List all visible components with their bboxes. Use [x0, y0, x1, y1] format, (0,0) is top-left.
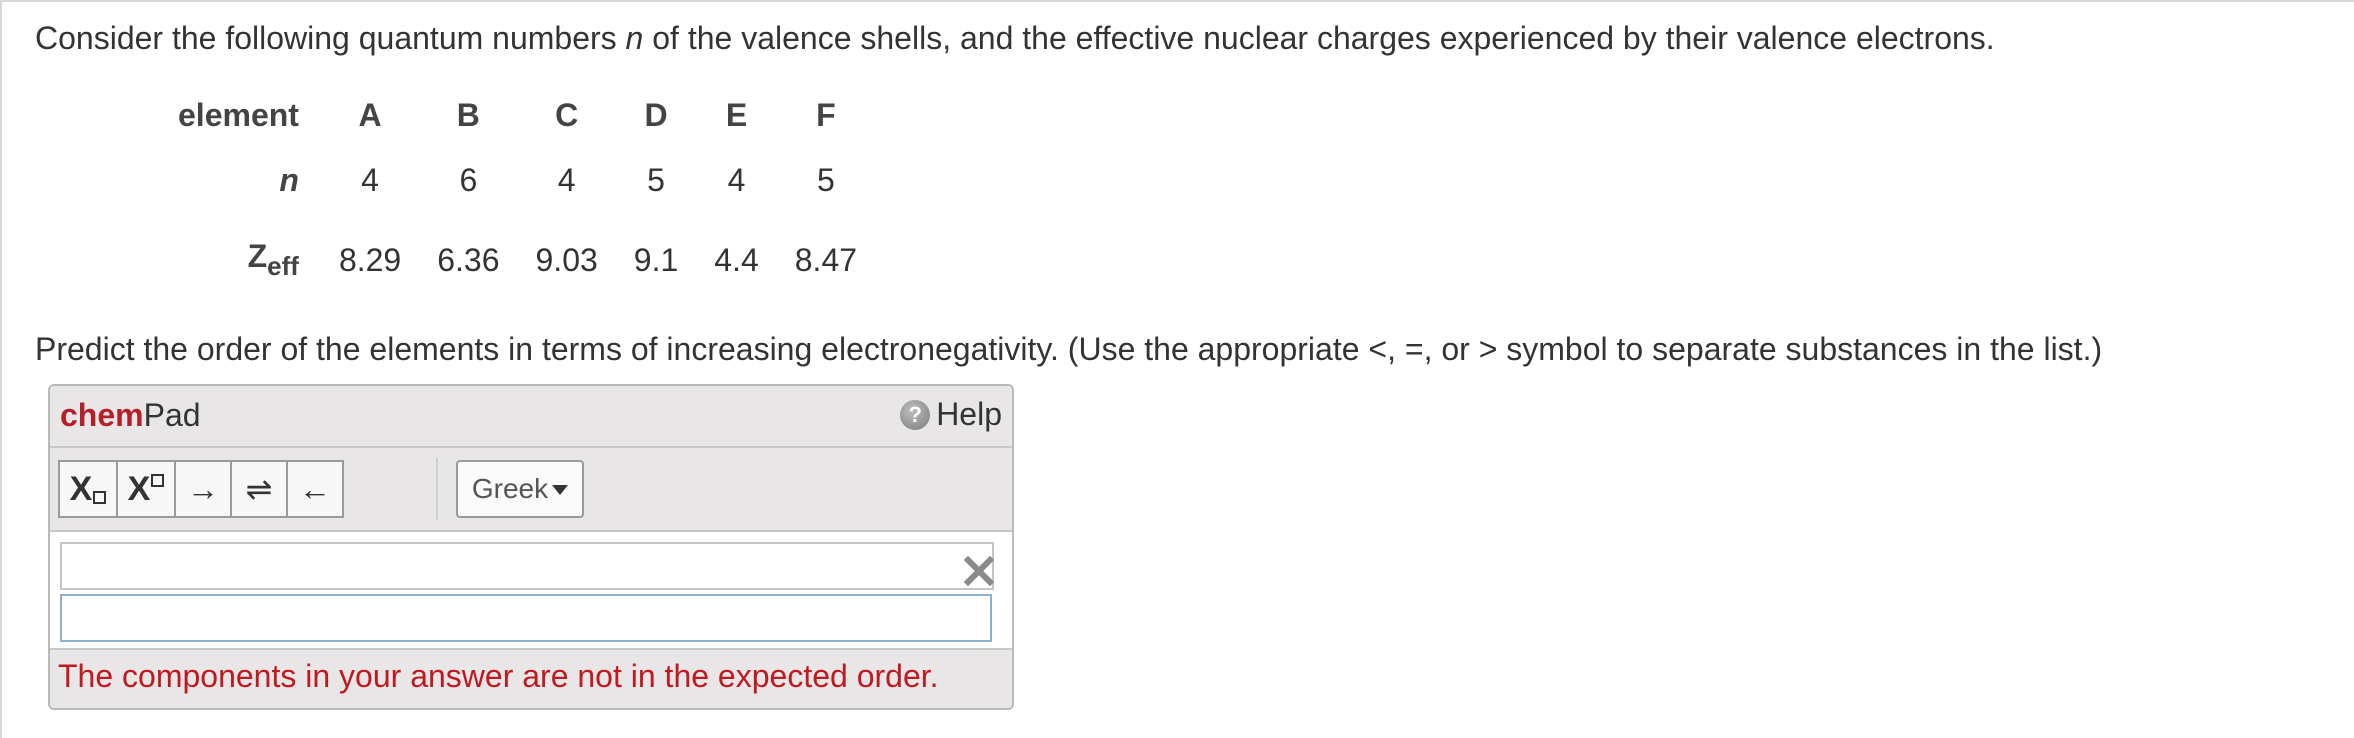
format-button-group: X X → ⇌ ← [58, 460, 344, 518]
element-data-table: element A B C D E F n 4 6 4 5 4 5 Zeff 8… [160, 88, 875, 302]
table-row-zeff: Zeff 8.29 6.36 9.03 9.1 4.4 8.47 [160, 218, 875, 302]
chempad-answer-area [50, 532, 1012, 648]
element-E: E [725, 96, 748, 133]
zeff-value-A: 8.29 [338, 241, 402, 278]
chempad-title: chemPad [60, 397, 201, 434]
element-D: D [644, 96, 668, 133]
superscript-box-icon [151, 474, 165, 487]
table-header-row: element A B C D E F [160, 88, 875, 142]
help-button[interactable]: ? Help [900, 396, 1002, 433]
left-arrow-button[interactable]: ← [286, 460, 344, 518]
zeff-value-B: 6.36 [437, 241, 500, 278]
zeff-value-E: 4.4 [714, 241, 759, 278]
n-value-F: 5 [816, 161, 835, 198]
instruction-text: Predict the order of the elements in ter… [35, 331, 2103, 367]
question-suffix: of the valence shells, and the effective… [643, 20, 1995, 56]
n-value-B: 6 [459, 161, 478, 198]
answer-preview [60, 542, 994, 590]
equilibrium-arrow-button[interactable]: ⇌ [230, 460, 288, 518]
toolbar-separator [436, 458, 438, 520]
answer-input[interactable] [60, 594, 992, 642]
zeff-value-D: 9.1 [633, 241, 679, 278]
n-value-A: 4 [361, 161, 379, 198]
right-arrow-icon: → [187, 470, 219, 507]
clear-icon[interactable] [964, 556, 994, 586]
equilibrium-arrow-icon: ⇌ [245, 471, 273, 507]
row-label-element: element [178, 96, 299, 133]
question-prefix: Consider the following quantum numbers [35, 20, 626, 56]
help-label: Help [936, 396, 1002, 432]
row-label-n: n [279, 161, 299, 198]
element-B: B [456, 96, 480, 133]
question-icon: ? [900, 399, 931, 430]
left-arrow-icon: ← [299, 470, 331, 507]
chempad-header: chemPad ? Help [50, 386, 1012, 448]
element-A: A [358, 96, 382, 133]
greek-dropdown[interactable]: Greek [456, 460, 584, 518]
error-message: The components in your answer are not in… [50, 648, 1012, 708]
n-value-C: 4 [557, 161, 576, 198]
n-value-E: 4 [727, 161, 746, 198]
chempad-brand: chem [60, 397, 144, 433]
chempad-toolbar: X X → ⇌ ← Greek [50, 448, 1012, 532]
zeff-value-C: 9.03 [535, 241, 598, 278]
greek-label: Greek [471, 473, 549, 504]
subscript-box-icon [93, 491, 107, 504]
superscript-button[interactable]: X [116, 460, 176, 518]
question-text: Consider the following quantum numbers n… [35, 20, 1995, 57]
element-F: F [816, 96, 836, 133]
table-row-n: n 4 6 4 5 4 5 [160, 142, 875, 218]
element-C: C [555, 96, 579, 133]
n-value-D: 5 [647, 161, 665, 198]
chempad-widget: chemPad ? Help X X → ⇌ ← Greek The compo… [48, 384, 1014, 710]
zeff-value-F: 8.47 [794, 241, 858, 278]
caret-down-icon [552, 485, 569, 495]
chempad-name: Pad [143, 397, 201, 433]
question-var-n: n [625, 20, 644, 56]
row-label-zeff: Zeff [247, 238, 299, 281]
subscript-button[interactable]: X [58, 460, 118, 518]
right-arrow-button[interactable]: → [174, 460, 232, 518]
